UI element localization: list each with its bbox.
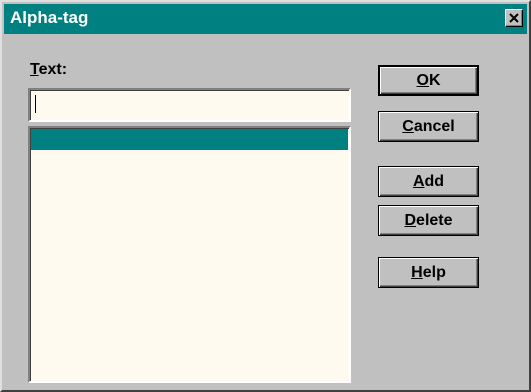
delete-button-label: Delete: [404, 211, 453, 229]
cancel-button-label: Cancel: [402, 117, 455, 135]
close-button[interactable]: [505, 9, 523, 27]
add-button[interactable]: Add: [378, 166, 479, 197]
text-cursor: [35, 95, 36, 113]
list-item-selected[interactable]: [31, 129, 348, 150]
alpha-tag-list[interactable]: [28, 126, 351, 383]
cancel-button[interactable]: Cancel: [378, 111, 479, 142]
alpha-tag-dialog: Alpha-tag Text: OK Cancel Add Delete Hel…: [0, 0, 531, 392]
title-bar[interactable]: Alpha-tag: [4, 4, 527, 34]
ok-button[interactable]: OK: [378, 65, 479, 96]
text-field-label: Text:: [30, 61, 68, 78]
close-icon: [509, 13, 519, 23]
help-button[interactable]: Help: [378, 257, 479, 288]
text-input[interactable]: [28, 88, 351, 122]
add-button-label: Add: [412, 172, 445, 190]
window-title: Alpha-tag: [10, 8, 89, 27]
ok-button-label: OK: [416, 71, 441, 89]
delete-button[interactable]: Delete: [378, 205, 479, 236]
help-button-label: Help: [411, 263, 446, 281]
